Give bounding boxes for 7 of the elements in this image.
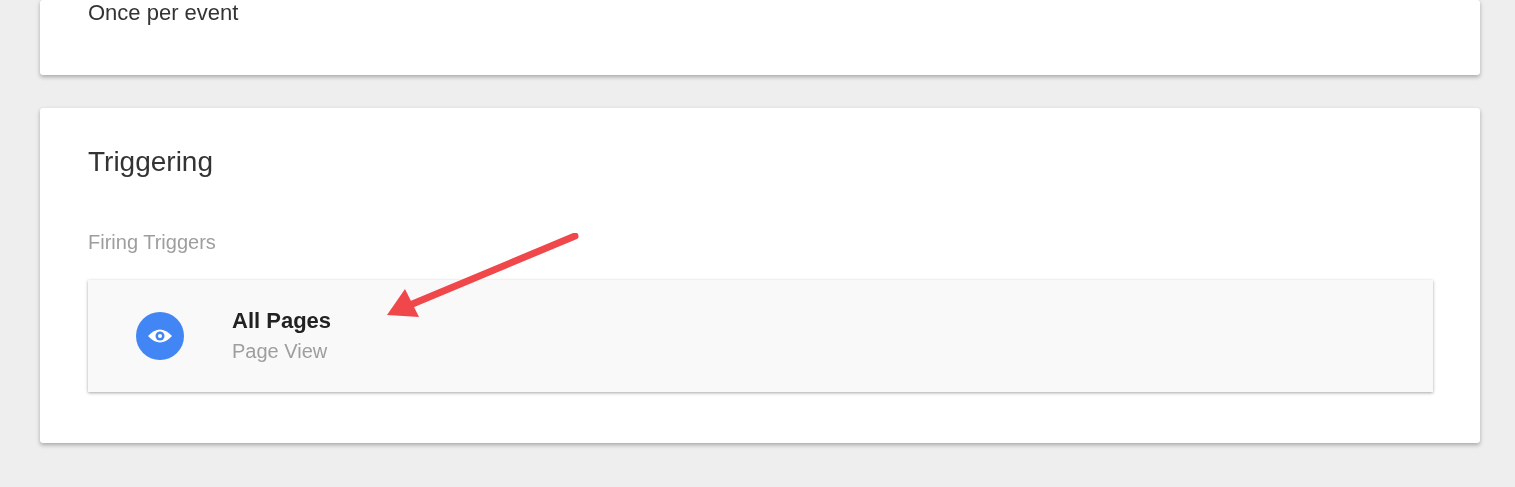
- section-title: Triggering: [88, 148, 214, 176]
- firing-option-text: Once per event: [88, 0, 240, 26]
- trigger-row[interactable]: All Pages Page View: [88, 280, 1433, 392]
- trigger-name: All Pages: [232, 308, 332, 334]
- trigger-type: Page View: [232, 339, 329, 364]
- section-label: Firing Triggers: [88, 231, 217, 253]
- eye-icon: [136, 312, 184, 360]
